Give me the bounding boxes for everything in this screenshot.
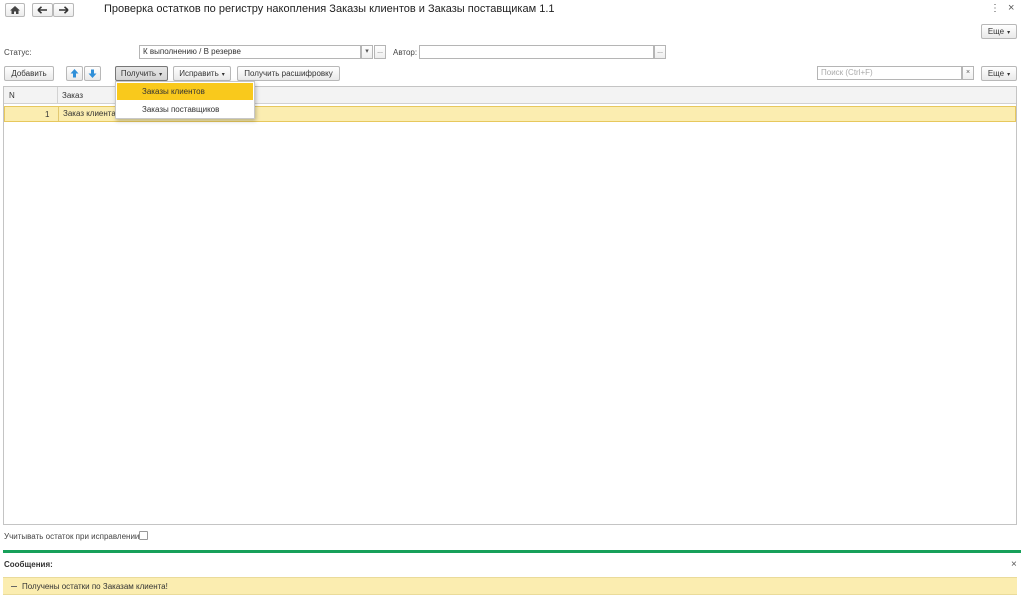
status-dropdown-icon[interactable]: ▾	[361, 45, 373, 59]
home-icon	[10, 6, 20, 14]
add-button[interactable]: Добавить	[4, 66, 54, 81]
messages-title: Сообщения:	[4, 560, 53, 569]
author-select-button[interactable]: ...	[654, 45, 666, 59]
author-field[interactable]	[419, 45, 654, 59]
messages-close-icon[interactable]: ×	[1011, 559, 1017, 570]
arrow-right-icon	[59, 6, 69, 14]
row-number: 1	[45, 110, 50, 119]
menu-item-supplier-orders-label: Заказы поставщиков	[142, 105, 220, 114]
toolbar-more-label: Еще	[987, 69, 1005, 78]
forward-button[interactable]	[53, 3, 74, 17]
column-header-n[interactable]: N	[9, 91, 15, 100]
page-title: Проверка остатков по регистру накопления…	[104, 3, 555, 15]
menu-item-client-orders[interactable]: Заказы клиентов	[117, 83, 253, 100]
message-text: Получены остатки по Заказам клиента!	[22, 582, 168, 591]
get-button-label: Получить	[120, 69, 157, 78]
search-clear-icon[interactable]: ×	[962, 66, 974, 80]
status-select-button[interactable]: ...	[374, 45, 386, 59]
chevron-down-icon: ▾	[221, 72, 225, 78]
chevron-down-icon: ▾	[159, 72, 163, 78]
move-up-button[interactable]	[66, 66, 83, 81]
arrow-up-icon	[70, 69, 79, 78]
status-label: Статус:	[4, 48, 32, 57]
message-dash-icon	[11, 586, 17, 587]
chevron-down-icon: ▾	[1007, 72, 1011, 78]
header-more-button[interactable]: Еще ▾	[981, 24, 1017, 39]
home-button[interactable]	[5, 3, 25, 17]
chevron-down-icon: ▾	[1007, 30, 1011, 36]
header-more-label: Еще	[987, 27, 1005, 36]
account-remainder-label: Учитывать остаток при исправлении:	[4, 532, 142, 541]
account-remainder-checkbox[interactable]	[139, 531, 148, 540]
menu-item-client-orders-label: Заказы клиентов	[142, 87, 205, 96]
column-header-order[interactable]: Заказ	[62, 91, 83, 100]
search-input[interactable]: Поиск (Ctrl+F)	[817, 66, 962, 80]
back-button[interactable]	[32, 3, 53, 17]
toolbar-more-button[interactable]: Еще ▾	[981, 66, 1017, 81]
arrow-down-icon	[88, 69, 97, 78]
status-field[interactable]: К выполнению / В резерве	[139, 45, 361, 59]
messages-divider	[3, 550, 1021, 553]
author-label: Автор:	[393, 48, 418, 57]
get-dropdown-menu: Заказы клиентов Заказы поставщиков	[115, 81, 255, 119]
orders-table: N Заказ 1 Заказ клиента	[3, 86, 1017, 525]
get-decoding-button[interactable]: Получить расшифровку	[237, 66, 340, 81]
menu-item-supplier-orders[interactable]: Заказы поставщиков	[117, 101, 253, 118]
fix-button[interactable]: Исправить ▾	[173, 66, 231, 81]
window-menu-icon[interactable]: ⋮	[990, 3, 1000, 14]
message-item[interactable]: Получены остатки по Заказам клиента!	[3, 577, 1017, 595]
arrow-left-icon	[37, 6, 47, 14]
fix-button-label: Исправить	[179, 69, 219, 78]
get-button[interactable]: Получить ▾	[115, 66, 168, 81]
move-down-button[interactable]	[84, 66, 101, 81]
column-divider	[57, 87, 58, 104]
window-close-icon[interactable]: ×	[1008, 2, 1014, 14]
